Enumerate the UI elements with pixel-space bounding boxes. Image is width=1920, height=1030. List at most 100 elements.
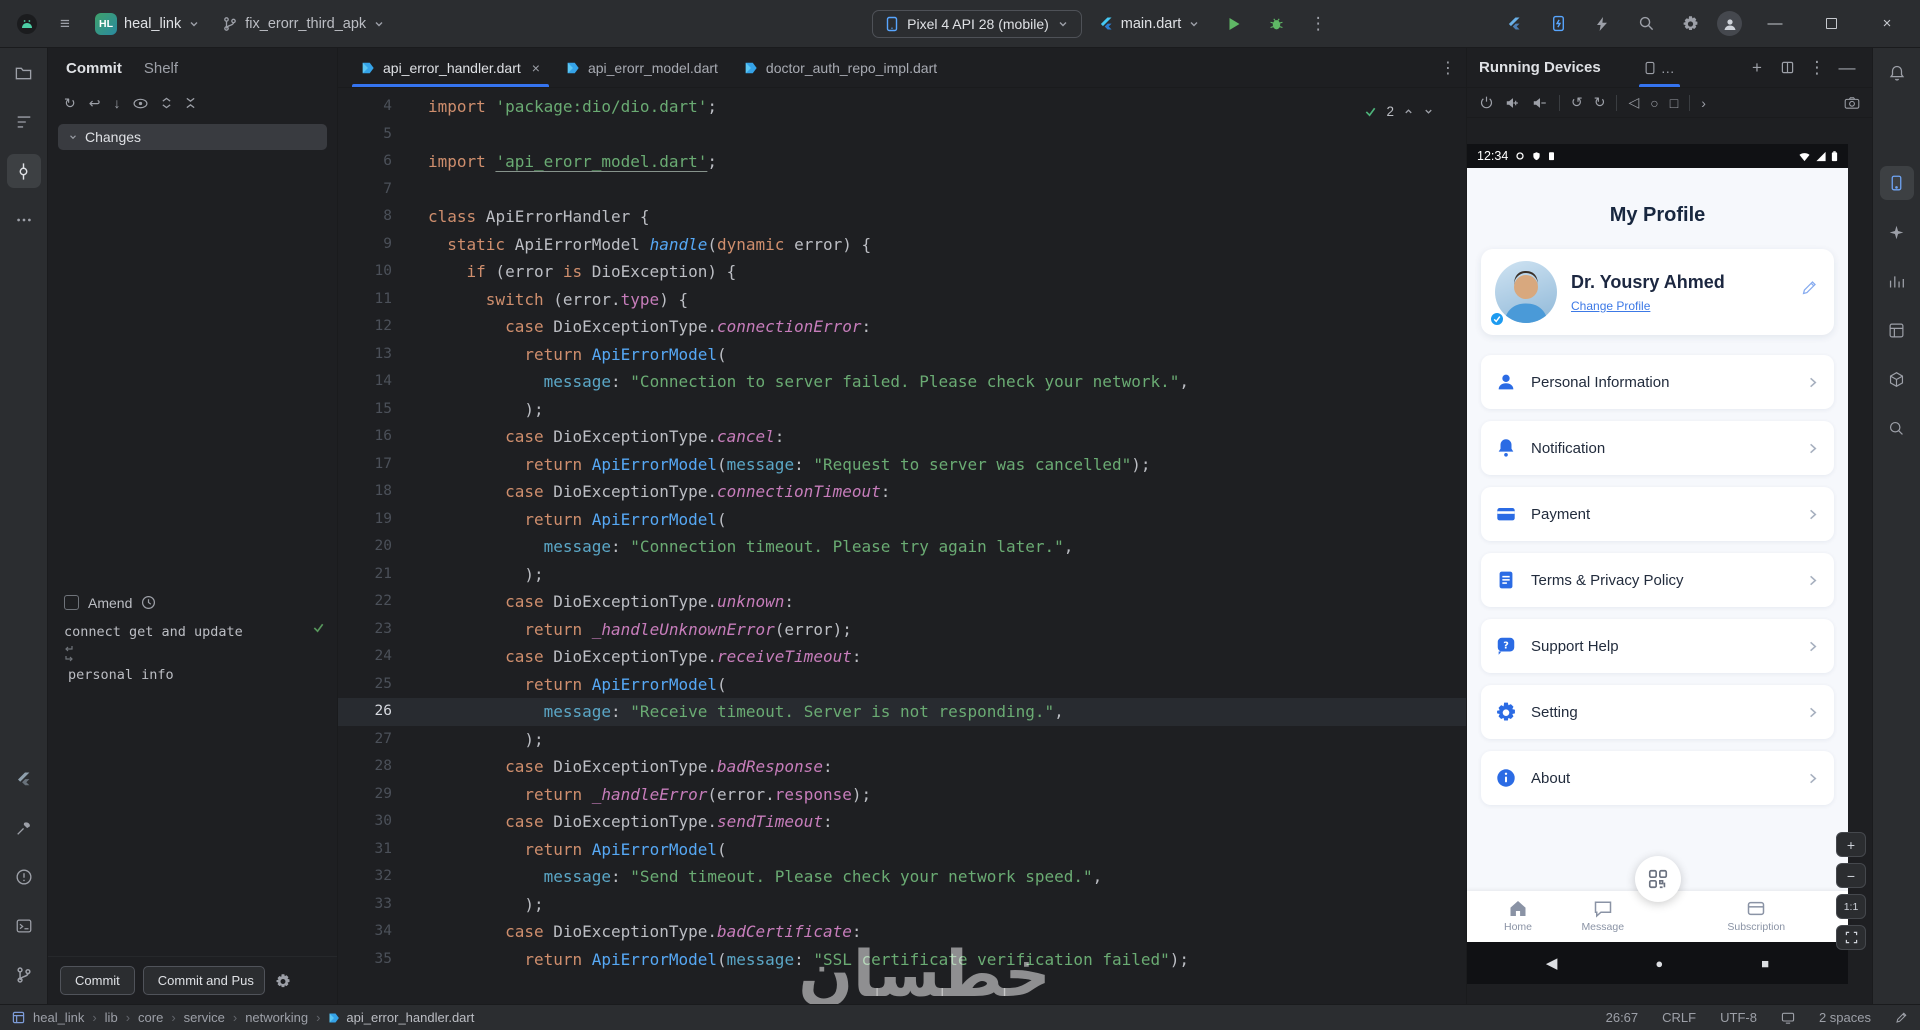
crumb-file-name[interactable]: api_error_handler.dart	[346, 1010, 474, 1025]
close-button[interactable]: ×	[1864, 7, 1910, 41]
screenshot-icon[interactable]	[1844, 96, 1860, 110]
target-device-selector[interactable]: Pixel 4 API 28 (mobile)	[872, 9, 1082, 38]
file-encoding[interactable]: UTF-8	[1720, 1010, 1757, 1025]
menu-item-about[interactable]: About	[1481, 751, 1834, 805]
power-button-icon[interactable]	[1479, 95, 1494, 110]
shelve-icon[interactable]: ↓	[113, 95, 120, 111]
code-line[interactable]: 27 );	[338, 726, 1466, 754]
commit-options-gear-icon[interactable]	[275, 973, 291, 989]
tab-options-icon[interactable]: ⋮	[1440, 58, 1456, 78]
main-menu-icon[interactable]: ≡	[48, 7, 82, 41]
code-line[interactable]: 18 case DioExceptionType.connectionTimeo…	[338, 478, 1466, 506]
caret-position[interactable]: 26:67	[1606, 1010, 1639, 1025]
commit-and-push-button[interactable]: Commit and Pus	[142, 966, 265, 995]
app-inspection-tool-icon[interactable]	[1880, 313, 1914, 347]
logcat-tool-icon[interactable]	[1880, 411, 1914, 445]
nav-message[interactable]: Message	[1568, 899, 1638, 933]
more-toolbar-icon[interactable]: ›	[1701, 95, 1706, 111]
collapse-all-icon[interactable]	[185, 97, 196, 109]
tab-doctor-auth-repo-impl[interactable]: doctor_auth_repo_impl.dart	[731, 48, 950, 87]
tab-api-erorr-model[interactable]: api_erorr_model.dart	[553, 48, 731, 87]
code-line[interactable]: 12 case DioExceptionType.connectionError…	[338, 313, 1466, 341]
build-tool-icon[interactable]	[7, 811, 41, 845]
rotate-left-icon[interactable]: ↺	[1571, 94, 1583, 111]
code-line[interactable]: 24 case DioExceptionType.receiveTimeout:	[338, 643, 1466, 671]
menu-item-terms-privacy[interactable]: Terms & Privacy Policy	[1481, 553, 1834, 607]
commit-history-icon[interactable]	[141, 595, 156, 610]
close-tab-icon[interactable]: ×	[532, 60, 540, 76]
refresh-icon[interactable]: ↻	[64, 95, 76, 112]
code-line[interactable]: 17 return ApiErrorModel(message: "Reques…	[338, 451, 1466, 479]
qr-scan-fab[interactable]	[1635, 856, 1681, 902]
run-configuration-selector[interactable]: main.dart	[1090, 11, 1209, 37]
vcs-branch-selector[interactable]: fix_erorr_third_apk	[213, 11, 394, 37]
android-overview-icon[interactable]: ■	[1761, 956, 1769, 971]
hide-panel-icon[interactable]: —	[1834, 55, 1860, 81]
code-line[interactable]: 7	[338, 176, 1466, 204]
commit-tool-icon[interactable]	[6, 154, 41, 188]
change-profile-link[interactable]: Change Profile	[1571, 299, 1650, 313]
problems-tool-icon[interactable]	[7, 860, 41, 894]
run-button[interactable]	[1217, 7, 1251, 41]
code-line[interactable]: 31 return ApiErrorModel(	[338, 836, 1466, 864]
android-back-icon[interactable]: ◁	[1628, 94, 1639, 111]
expand-all-icon[interactable]	[161, 97, 172, 109]
line-separator[interactable]: CRLF	[1662, 1010, 1696, 1025]
nav-subscription[interactable]: Subscription	[1721, 899, 1791, 933]
code-line[interactable]: 4 import 'package:dio/dio.dart';	[338, 93, 1466, 121]
code-line[interactable]: 33 );	[338, 891, 1466, 919]
terminal-tool-icon[interactable]	[7, 909, 41, 943]
inspections-widget[interactable]: 2	[1364, 104, 1434, 119]
code-line[interactable]: 13 return ApiErrorModel(	[338, 341, 1466, 369]
code-line[interactable]: 22 case DioExceptionType.unknown:	[338, 588, 1466, 616]
add-device-icon[interactable]: +	[1744, 55, 1770, 81]
volume-up-icon[interactable]	[1505, 96, 1521, 110]
lightning-icon[interactable]	[1585, 7, 1619, 41]
android-overview-icon[interactable]: □	[1670, 95, 1678, 111]
zoom-in-button[interactable]: +	[1836, 832, 1866, 857]
crumb-lib[interactable]: lib	[105, 1010, 118, 1025]
project-selector[interactable]: HL heal_link	[86, 8, 209, 40]
commit-button[interactable]: Commit	[60, 966, 135, 995]
menu-item-notification[interactable]: Notification	[1481, 421, 1834, 475]
code-line[interactable]: 32 message: "Send timeout. Please check …	[338, 863, 1466, 891]
device-tab[interactable]: …	[1637, 48, 1682, 87]
code-line[interactable]: 30 case DioExceptionType.sendTimeout:	[338, 808, 1466, 836]
version-control-tool-icon[interactable]	[7, 958, 41, 992]
code-line[interactable]: 34 case DioExceptionType.badCertificate:	[338, 918, 1466, 946]
menu-item-personal-information[interactable]: Personal Information	[1481, 355, 1834, 409]
rollback-icon[interactable]: ↩	[89, 95, 101, 112]
screen-share-icon[interactable]	[1781, 1012, 1795, 1024]
device-mirror-icon[interactable]	[1541, 7, 1575, 41]
project-tool-icon[interactable]	[7, 56, 41, 90]
android-back-icon[interactable]: ◀	[1546, 954, 1558, 972]
code-line[interactable]: 21 );	[338, 561, 1466, 589]
profile-card[interactable]: Dr. Yousry Ahmed Change Profile	[1481, 249, 1834, 335]
code-line[interactable]: 14 message: "Connection to server failed…	[338, 368, 1466, 396]
crumb-service[interactable]: service	[184, 1010, 225, 1025]
android-home-icon[interactable]: ●	[1655, 956, 1663, 971]
nav-home[interactable]: Home	[1483, 899, 1553, 933]
device-explorer-tool-icon[interactable]	[1880, 362, 1914, 396]
code-line[interactable]: 35 return ApiErrorModel(message: "SSL ce…	[338, 946, 1466, 974]
menu-item-payment[interactable]: Payment	[1481, 487, 1834, 541]
notifications-bell-icon[interactable]	[1880, 56, 1914, 90]
write-access-icon[interactable]	[1895, 1011, 1908, 1024]
menu-item-setting[interactable]: Setting	[1481, 685, 1834, 739]
code-line[interactable]: 26 message: "Receive timeout. Server is …	[338, 698, 1466, 726]
more-tools-icon[interactable]	[7, 203, 41, 237]
dart-analysis-tool-icon[interactable]	[7, 762, 41, 796]
code-line[interactable]: 20 message: "Connection timeout. Please …	[338, 533, 1466, 561]
code-line[interactable]: 5	[338, 121, 1466, 149]
zoom-out-button[interactable]: −	[1836, 863, 1866, 888]
menu-item-support-help[interactable]: ? Support Help	[1481, 619, 1834, 673]
fit-screen-button[interactable]	[1836, 925, 1866, 950]
code-line[interactable]: 25 return ApiErrorModel(	[338, 671, 1466, 699]
android-home-icon[interactable]: ○	[1650, 95, 1658, 111]
amend-checkbox[interactable]	[64, 595, 79, 611]
code-area[interactable]: 4 import 'package:dio/dio.dart'; 5 6 import …	[338, 88, 1466, 1004]
maximize-button[interactable]	[1808, 7, 1854, 41]
panel-options-icon[interactable]: ⋮	[1804, 55, 1830, 81]
running-devices-tool-icon[interactable]	[1879, 166, 1914, 200]
code-line[interactable]: 6 import 'api_erorr_model.dart';	[338, 148, 1466, 176]
